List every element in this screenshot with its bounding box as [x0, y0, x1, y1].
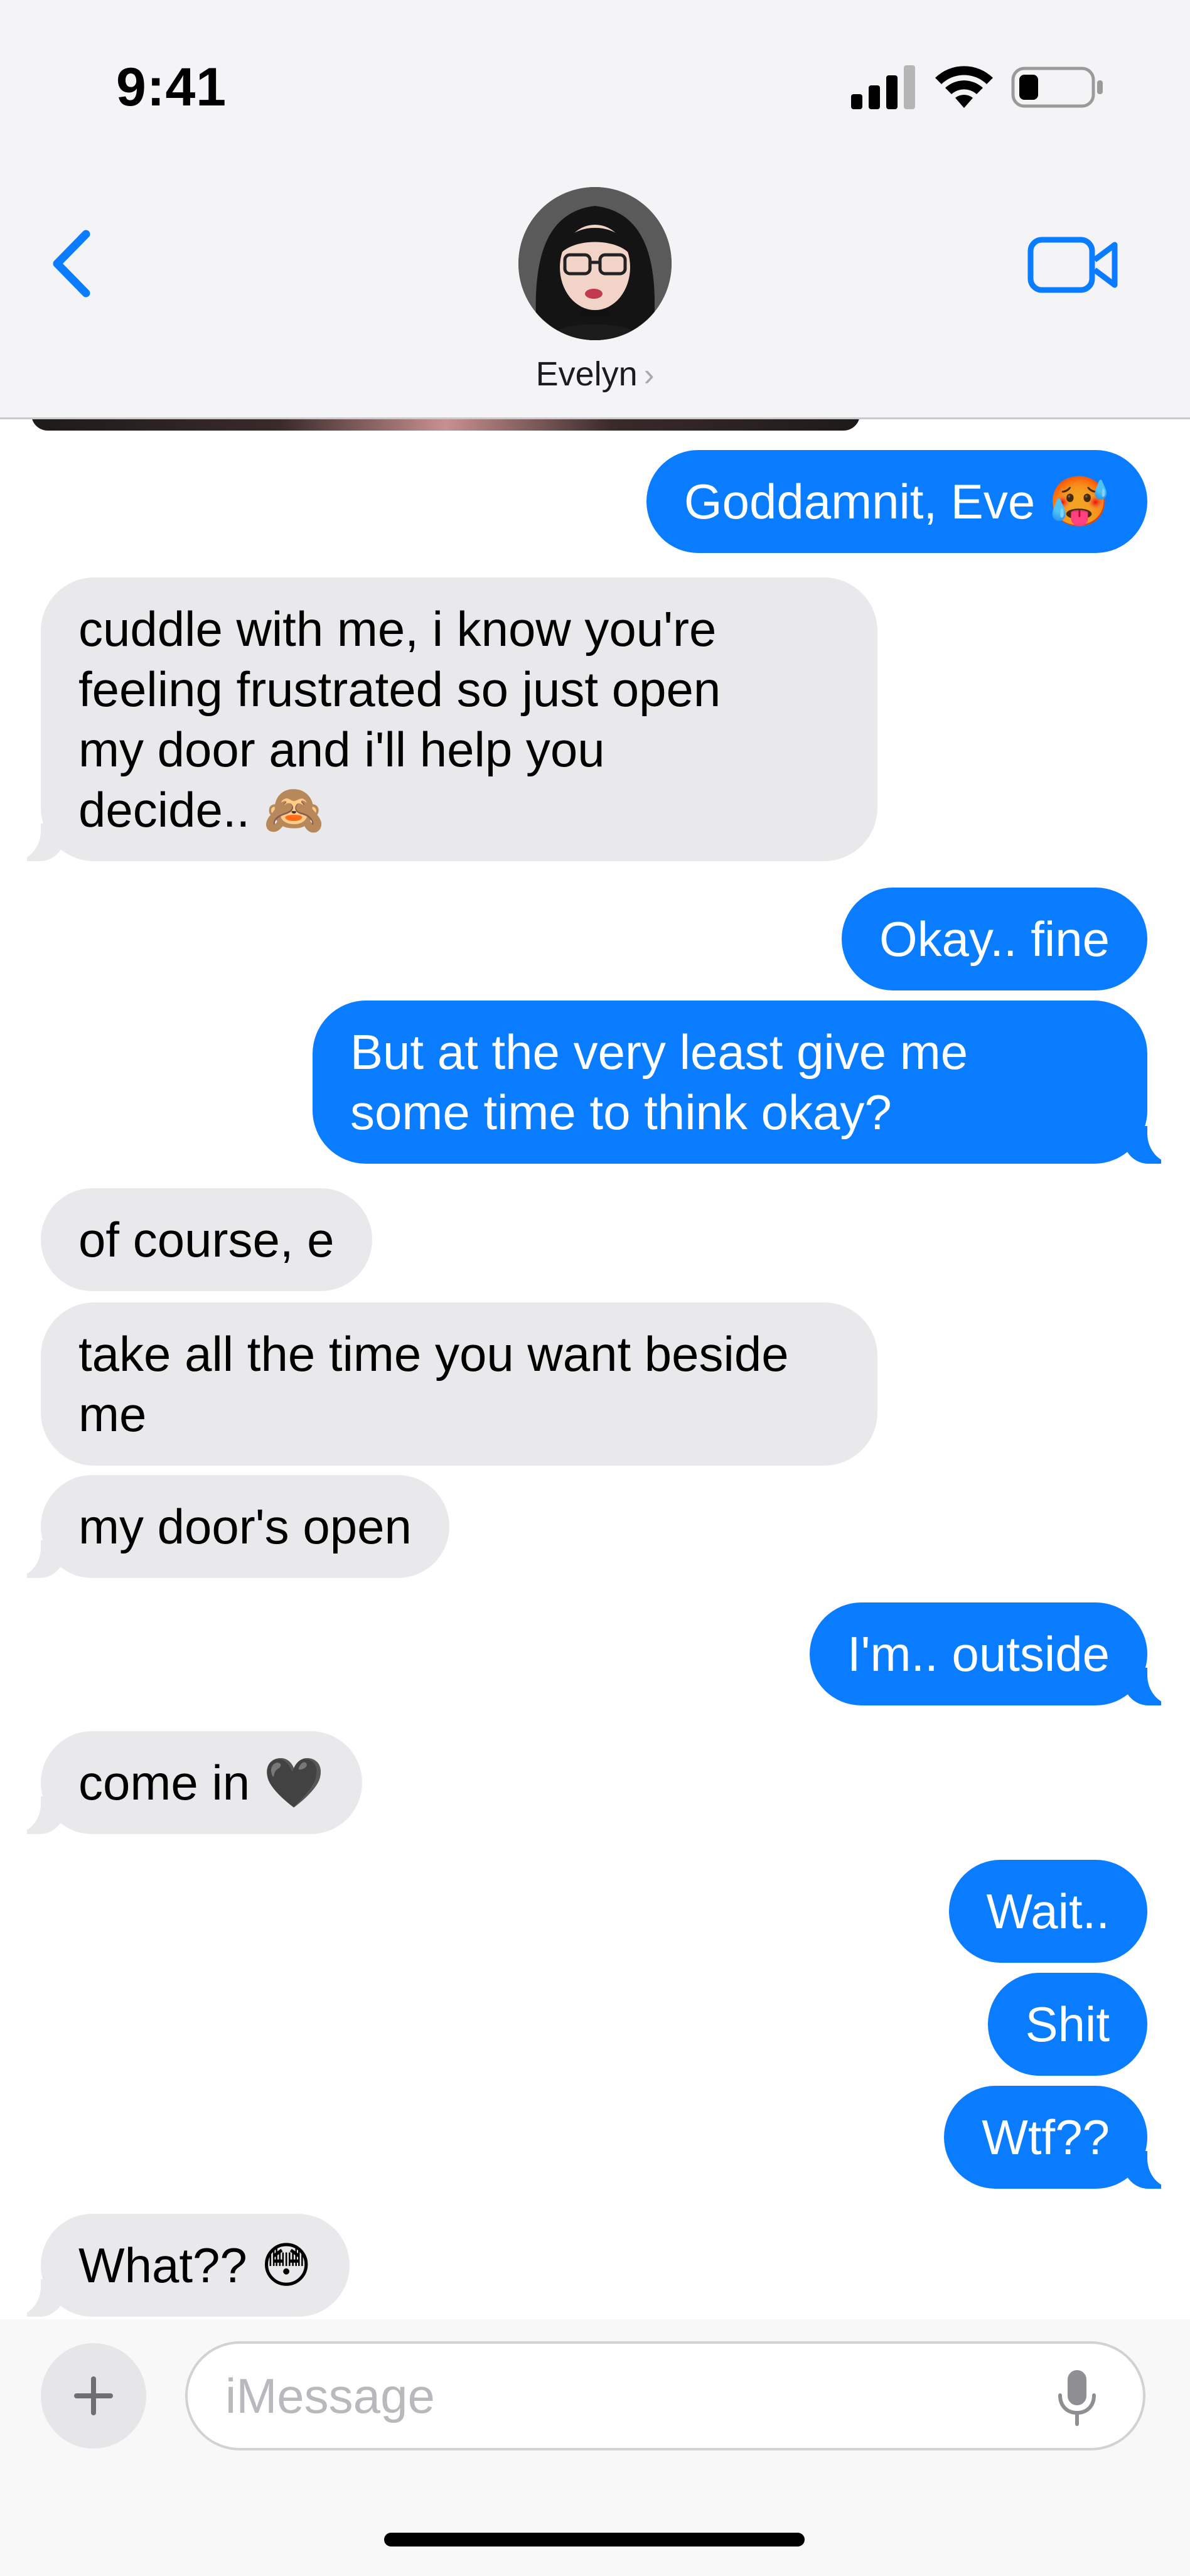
message-bubble-outgoing[interactable]: Wtf??: [944, 2086, 1180, 2189]
message-bubble-outgoing[interactable]: I'm.. outside: [809, 1602, 1181, 1705]
battery-icon: [1011, 67, 1103, 108]
home-indicator[interactable]: [384, 2533, 805, 2546]
contact-name: Evelyn: [535, 355, 638, 393]
input-placeholder: iMessage: [225, 2368, 435, 2423]
wifi-icon: [935, 66, 993, 108]
message-bubble-outgoing[interactable]: Wait..: [948, 1860, 1147, 1963]
message-bubble-incoming[interactable]: of course, e: [41, 1188, 372, 1291]
message-bubble-incoming[interactable]: my door's open: [8, 1475, 449, 1578]
chevron-right-icon: ›: [643, 357, 655, 392]
plus-icon: [74, 2376, 113, 2415]
message-bubble-incoming[interactable]: come in 🖤: [8, 1731, 362, 1834]
message-composer: iMessage: [0, 2319, 1190, 2576]
apps-plus-button[interactable]: [41, 2343, 146, 2449]
message-bubble-outgoing[interactable]: Goddamnit, Eve 🥵: [646, 450, 1147, 553]
avatar-image: [518, 187, 672, 340]
facetime-video-icon[interactable]: [1027, 233, 1121, 296]
message-bubble-incoming[interactable]: take all the time you want beside me: [41, 1302, 877, 1466]
message-bubble-outgoing[interactable]: Okay.. fine: [841, 888, 1147, 990]
message-bubble-incoming[interactable]: What?? 😳: [8, 2214, 350, 2317]
contact-name-button[interactable]: Evelyn ›: [0, 355, 1190, 394]
microphone-icon[interactable]: [1055, 2368, 1099, 2428]
back-chevron-icon[interactable]: [47, 229, 97, 298]
imessage-input[interactable]: iMessage: [185, 2341, 1145, 2450]
cellular-signal-icon: [851, 65, 915, 109]
message-bubble-incoming[interactable]: cuddle with me, i know you're feeling fr…: [8, 577, 877, 861]
message-bubble-outgoing[interactable]: Shit: [987, 1973, 1147, 2076]
avatar[interactable]: [518, 187, 672, 340]
conversation-header: 9:41 Evelyn ›: [0, 0, 1190, 419]
status-time: 9:41: [116, 57, 227, 117]
message-bubble-outgoing[interactable]: But at the very least give me some time …: [313, 1001, 1180, 1164]
